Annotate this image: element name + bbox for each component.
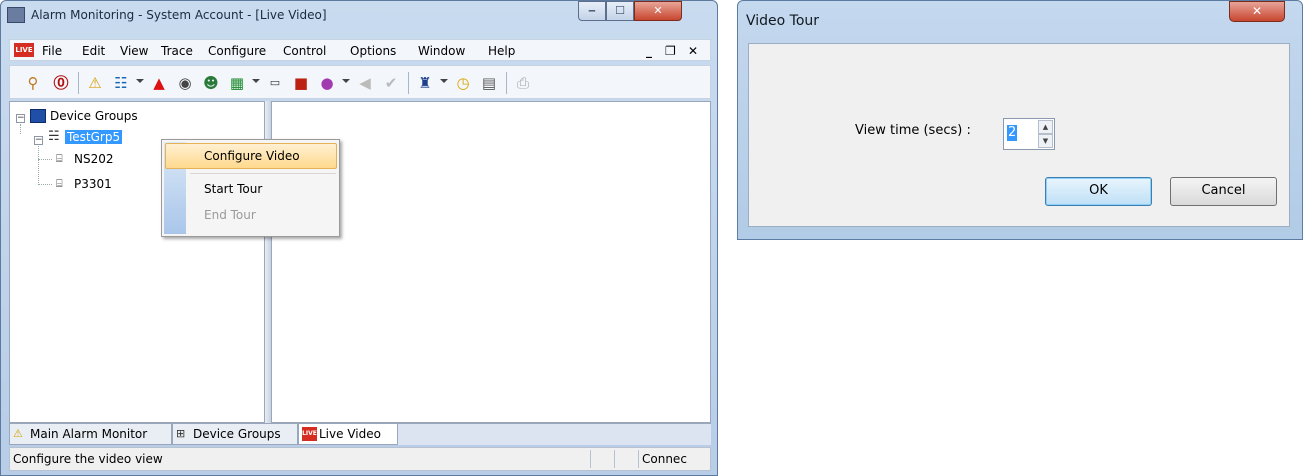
guard-icon[interactable]: ♜ (414, 72, 436, 94)
map-icon[interactable]: ▦ (226, 72, 248, 94)
tree-icon[interactable]: ☷ (110, 72, 132, 94)
menu-edit[interactable]: Edit (82, 44, 105, 58)
tab-main-alarm-monitor[interactable]: ⚠ Main Alarm Monitor (9, 424, 172, 445)
menu-control[interactable]: Control (283, 44, 326, 58)
alarm-icon[interactable]: ⚠ (84, 72, 106, 94)
tab-label: Main Alarm Monitor (30, 427, 148, 441)
toolbar-separator (78, 72, 79, 94)
color-icon[interactable]: ● (316, 72, 338, 94)
maximize-button[interactable]: ☐ (606, 1, 634, 21)
clock-icon[interactable]: ◷ (452, 72, 474, 94)
view-time-label: View time (secs) : (855, 123, 971, 138)
menu-help[interactable]: Help (488, 44, 515, 58)
device-group-icon: ☵ (48, 129, 60, 144)
arrow-icon[interactable]: ◀ (354, 72, 376, 94)
menu-item-end-tour: End Tour (204, 208, 256, 222)
context-menu: Configure Video Start Tour End Tour (161, 139, 340, 237)
menu-window[interactable]: Window (418, 44, 465, 58)
print-icon[interactable]: ⎙ (512, 72, 534, 94)
menu-trace[interactable]: Trace (161, 44, 193, 58)
menu-view[interactable]: View (120, 44, 148, 58)
chevron-down-icon[interactable] (440, 79, 448, 83)
collapse-toggle[interactable]: − (34, 136, 43, 145)
mdi-restore-button[interactable]: ❐ (665, 44, 676, 58)
minimize-button[interactable]: ‒ (578, 1, 606, 21)
live-icon[interactable]: LIVE (14, 43, 34, 57)
people-icon[interactable]: ☻ (200, 72, 222, 94)
tree-node-p3301[interactable]: P3301 (74, 177, 112, 191)
tab-label: Device Groups (193, 427, 281, 441)
collapse-toggle[interactable]: − (16, 114, 25, 123)
alarm-monitoring-window: Alarm Monitoring - System Account - [Liv… (0, 0, 718, 476)
title-bar[interactable]: Alarm Monitoring - System Account - [Liv… (1, 1, 717, 31)
dialog-close-button[interactable]: ✕ (1229, 1, 1285, 22)
toolbar-separator (408, 72, 409, 94)
status-bar: Configure the video view Connec (9, 447, 711, 471)
device-groups-icon (30, 109, 46, 123)
chevron-down-icon[interactable] (342, 79, 350, 83)
dialog-title: Video Tour (746, 13, 820, 29)
device-group-icon: ⊞ (176, 427, 186, 440)
mdi-close-button[interactable]: ✕ (688, 44, 698, 58)
alarm-red-icon[interactable]: ▲ (148, 72, 170, 94)
camera-disc-icon[interactable]: ◉ (174, 72, 196, 94)
video-icon[interactable]: ■ (290, 72, 312, 94)
toolbar-separator (506, 72, 507, 94)
status-message: Configure the video view (13, 452, 163, 466)
close-button[interactable]: ✕ (634, 1, 682, 21)
camera-icon: ⌸ (56, 177, 63, 190)
tree-node-ns202[interactable]: NS202 (74, 152, 114, 166)
spin-down-icon[interactable]: ▼ (1038, 134, 1053, 148)
context-menu-separator (190, 173, 336, 174)
tab-bar: ⚠ Main Alarm Monitor ⊞ Device Groups LIV… (9, 423, 711, 445)
video-tour-dialog: Video Tour ✕ View time (secs) : 2 ▲ ▼ OK… (737, 0, 1303, 240)
badge-icon[interactable]: ⓪ (50, 72, 72, 94)
check-icon[interactable]: ✔ (380, 72, 402, 94)
cancel-button[interactable]: Cancel (1170, 177, 1277, 206)
menu-configure[interactable]: Configure (208, 44, 266, 58)
tab-live-video[interactable]: LIVE Live Video (298, 424, 398, 445)
spin-up-icon[interactable]: ▲ (1038, 120, 1053, 134)
menu-item-configure-video[interactable]: Configure Video (204, 149, 300, 163)
connection-status: Connec (642, 452, 687, 466)
window-title: Alarm Monitoring - System Account - [Liv… (31, 8, 327, 22)
menu-bar: LIVE File Edit View Trace Configure Cont… (9, 39, 711, 61)
tab-label: Live Video (319, 427, 381, 441)
live-icon: LIVE (302, 427, 317, 441)
view-time-value[interactable]: 2 (1007, 125, 1018, 141)
menu-file[interactable]: File (42, 44, 62, 58)
view-time-stepper[interactable]: 2 ▲ ▼ (1003, 118, 1055, 150)
alarm-bell-icon: ⚠ (13, 427, 23, 440)
dialog-body: View time (secs) : 2 ▲ ▼ OK Cancel (748, 43, 1290, 227)
camera-icon[interactable]: ▭ (264, 72, 286, 94)
report-icon[interactable]: ▤ (478, 72, 500, 94)
camera-icon: ⌸ (56, 152, 63, 165)
tree-node-testgrp5[interactable]: TestGrp5 (65, 130, 123, 144)
app-icon (7, 7, 25, 23)
menu-options[interactable]: Options (350, 44, 396, 58)
ok-button[interactable]: OK (1045, 177, 1152, 206)
tree-node-device-groups[interactable]: Device Groups (50, 109, 138, 123)
mdi-minimize-button[interactable]: _ (646, 44, 652, 58)
menu-item-start-tour[interactable]: Start Tour (204, 182, 262, 196)
chevron-down-icon[interactable] (252, 79, 260, 83)
search-people-icon[interactable]: ⚲ (22, 72, 44, 94)
tab-device-groups[interactable]: ⊞ Device Groups (172, 424, 298, 445)
chevron-down-icon[interactable] (136, 79, 144, 83)
toolbar: ⚲ ⓪ ⚠ ☷ ▲ ◉ ☻ ▦ ▭ ■ ● ◀ ✔ ♜ ◷ ▤ ⎙ (9, 65, 711, 99)
